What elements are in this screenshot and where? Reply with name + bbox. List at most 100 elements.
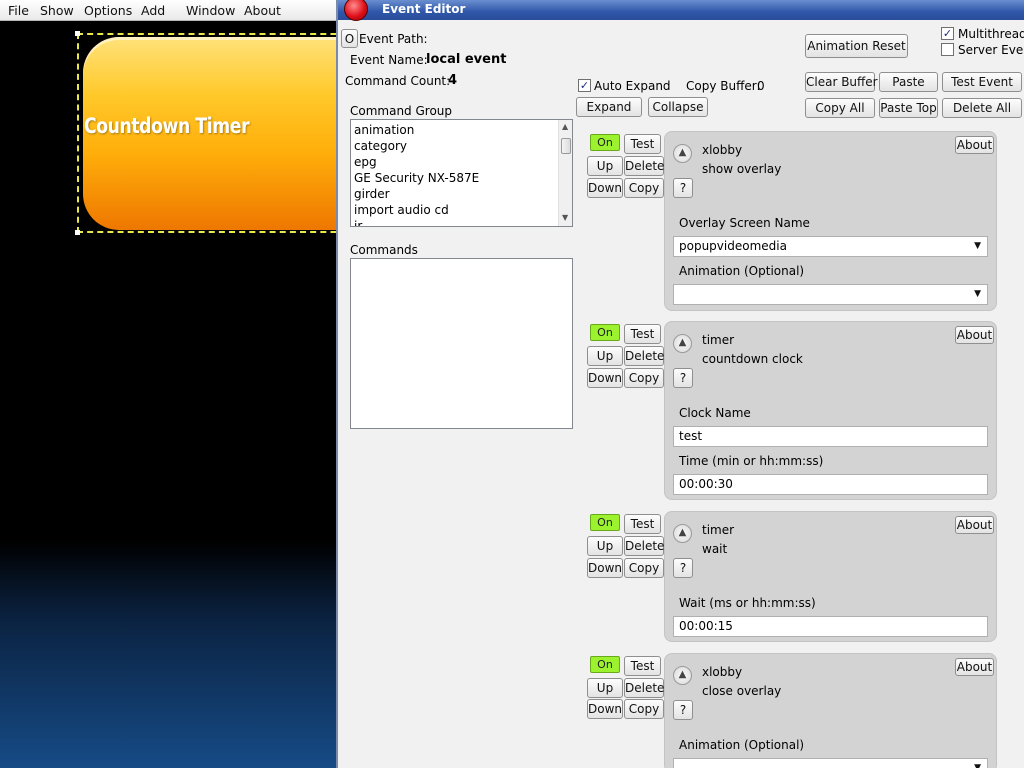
event-path-label: Event Path: [359,32,428,46]
server-event-label: Server Event [958,43,1024,57]
paste-button[interactable]: Paste [879,72,938,92]
field-label: Wait (ms or hh:mm:ss) [679,596,816,610]
menu-about[interactable]: About [244,3,281,18]
event-editor-window: Event Editor O Event Path: Event Name: l… [336,0,1024,768]
menu-window[interactable]: Window [186,3,235,18]
test-command-button[interactable]: Test [624,656,661,676]
about-button[interactable]: About [955,516,994,534]
list-item[interactable]: ir [354,219,362,226]
event-path-button[interactable]: O [341,29,358,48]
about-button[interactable]: About [955,658,994,676]
about-button[interactable]: About [955,136,994,154]
command-panel: ▲ ? xlobby show overlay About Overlay Sc… [664,131,997,311]
test-command-button[interactable]: Test [624,514,661,534]
expand-button[interactable]: Expand [576,97,642,117]
clock-name-input[interactable]: test [673,426,988,447]
help-button[interactable]: ? [673,178,693,198]
list-item[interactable]: import audio cd [354,203,449,217]
copy-command-button[interactable]: Copy [624,699,664,719]
command-category: xlobby [702,143,743,157]
menu-file[interactable]: File [8,3,29,18]
paste-top-button[interactable]: Paste Top [879,98,938,118]
command-group-scrollbar[interactable]: ▲ ▼ [558,120,572,226]
move-down-button[interactable]: Down [587,699,623,719]
dropdown-arrow-icon[interactable]: ▼ [974,237,981,256]
overlay-screen-name-select[interactable]: popupvideomedia ▼ [673,236,988,257]
event-name-value: local event [426,52,507,67]
on-toggle[interactable]: On [590,324,620,341]
multithreaded-label: Multithreaded [958,27,1024,41]
test-command-button[interactable]: Test [624,134,661,154]
test-command-button[interactable]: Test [624,324,661,344]
title-bar[interactable]: Event Editor [338,0,1024,21]
commands-label: Commands [350,243,418,257]
clear-buffer-button[interactable]: Clear Buffer [805,72,878,92]
move-up-button[interactable]: Up [587,678,623,698]
about-button[interactable]: About [955,326,994,344]
move-down-button[interactable]: Down [587,558,623,578]
command-category: xlobby [702,665,743,679]
menu-show[interactable]: Show [40,3,74,18]
delete-command-button[interactable]: Delete [624,536,664,556]
move-down-button[interactable]: Down [587,368,623,388]
copy-command-button[interactable]: Copy [624,558,664,578]
time-input[interactable]: 00:00:30 [673,474,988,495]
move-up-button[interactable]: Up [587,346,623,366]
menu-add[interactable]: Add [141,3,165,18]
command-group-list[interactable]: animation category epg GE Security NX-58… [350,119,573,227]
scroll-down-icon[interactable]: ▼ [562,213,568,222]
list-item[interactable]: girder [354,187,390,201]
multithreaded-checkbox[interactable]: ✓ [941,27,954,40]
server-event-checkbox[interactable] [941,43,954,56]
move-up-button[interactable]: Up [587,156,623,176]
field-label: Overlay Screen Name [679,216,810,230]
on-toggle[interactable]: On [590,656,620,673]
resize-handle[interactable] [75,31,80,36]
test-event-button[interactable]: Test Event [942,72,1022,92]
copy-command-button[interactable]: Copy [624,368,664,388]
dropdown-arrow-icon[interactable]: ▼ [974,285,981,304]
dropdown-arrow-icon[interactable]: ▼ [974,759,981,768]
move-up-button[interactable]: Up [587,536,623,556]
widget-label: Countdown Timer [84,114,250,138]
field-label: Animation (Optional) [679,738,805,752]
wait-input[interactable]: 00:00:15 [673,616,988,637]
copy-all-button[interactable]: Copy All [805,98,875,118]
move-down-button[interactable]: Down [587,178,623,198]
list-item[interactable]: animation [354,123,414,137]
list-item[interactable]: epg [354,155,377,169]
command-count-value: 4 [448,73,458,88]
collapse-chevron-icon[interactable]: ▲ [673,334,692,353]
animation-select[interactable]: ▼ [673,758,988,768]
help-button[interactable]: ? [673,368,693,388]
help-button[interactable]: ? [673,558,693,578]
animation-reset-button[interactable]: Animation Reset [805,34,908,58]
delete-command-button[interactable]: Delete [624,678,664,698]
collapse-chevron-icon[interactable]: ▲ [673,666,692,685]
resize-handle[interactable] [75,230,80,235]
commands-list[interactable] [350,258,573,429]
menu-options[interactable]: Options [84,3,132,18]
list-item[interactable]: GE Security NX-587E [354,171,479,185]
copy-buffer-value: 0 [757,79,765,93]
list-item[interactable]: category [354,139,407,153]
scroll-thumb[interactable] [561,138,571,154]
on-toggle[interactable]: On [590,514,620,531]
close-icon[interactable] [344,0,368,21]
auto-expand-checkbox[interactable]: ✓ [578,79,591,92]
command-panel: ▲ ? timer countdown clock About Clock Na… [664,321,997,500]
collapse-chevron-icon[interactable]: ▲ [673,144,692,163]
collapse-chevron-icon[interactable]: ▲ [673,524,692,543]
field-label: Animation (Optional) [679,264,805,278]
scroll-up-icon[interactable]: ▲ [562,122,568,131]
collapse-button[interactable]: Collapse [648,97,708,117]
copy-command-button[interactable]: Copy [624,178,664,198]
animation-select[interactable]: ▼ [673,284,988,305]
field-label: Time (min or hh:mm:ss) [679,454,824,468]
design-canvas[interactable]: Countdown Timer [0,21,383,768]
delete-all-button[interactable]: Delete All [942,98,1022,118]
help-button[interactable]: ? [673,700,693,720]
delete-command-button[interactable]: Delete [624,156,664,176]
on-toggle[interactable]: On [590,134,620,151]
delete-command-button[interactable]: Delete [624,346,664,366]
